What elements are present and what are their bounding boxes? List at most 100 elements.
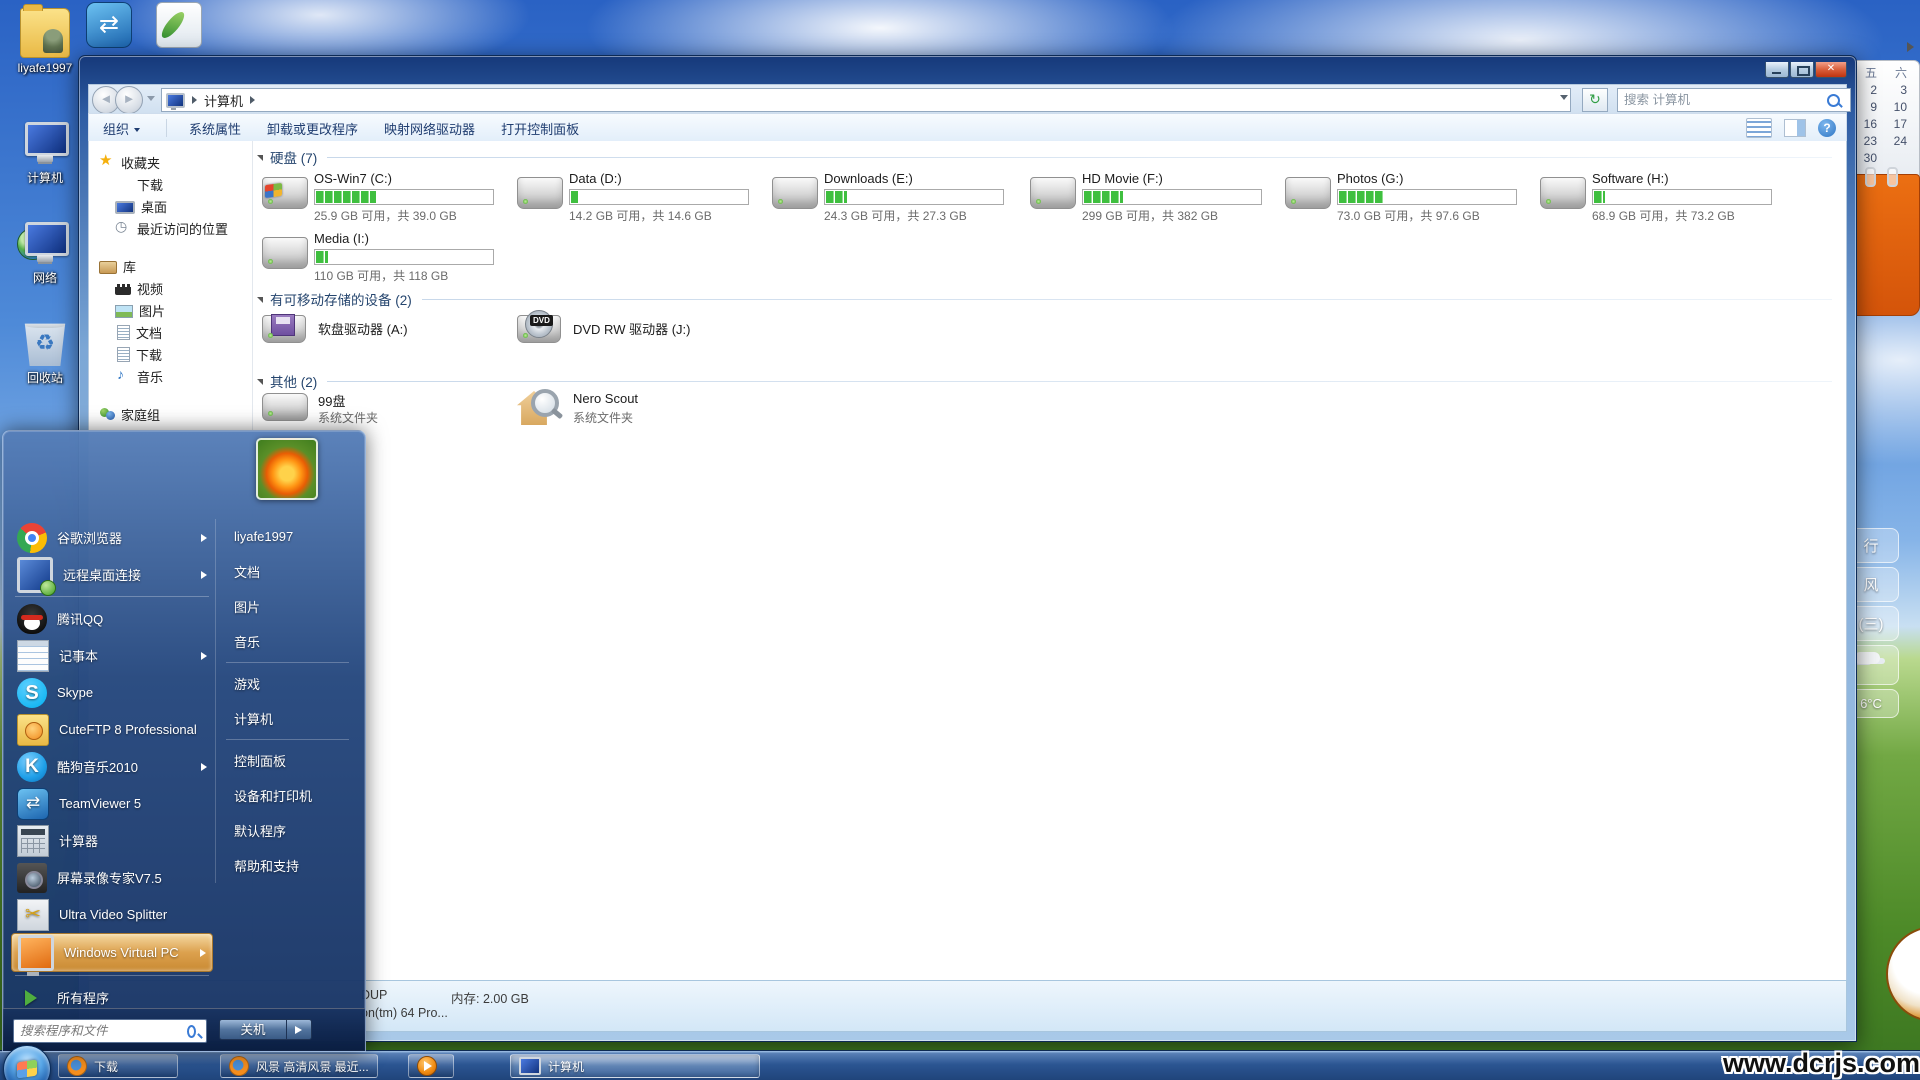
desktop-icon-teamviewer-desktop[interactable]	[86, 2, 134, 52]
breadcrumb-arrow-icon[interactable]	[250, 96, 255, 104]
rdp-icon	[17, 557, 53, 593]
search-box[interactable]	[1617, 88, 1851, 112]
desktop-icon-computer[interactable]: 计算机	[6, 118, 84, 186]
removable-device-item[interactable]: DVDDVD RW 驱动器 (J:)	[517, 303, 767, 351]
desktop-icon-label: 回收站	[6, 369, 84, 386]
start-menu-program-1[interactable]: 远程桌面连接	[11, 556, 213, 593]
user-avatar[interactable]	[256, 438, 318, 500]
start-menu-link-8[interactable]: 默认程序	[216, 813, 359, 848]
start-menu-link-3[interactable]: 音乐	[216, 624, 359, 659]
start-menu-link-4[interactable]: 游戏	[216, 666, 359, 701]
forward-button[interactable]: ►	[115, 86, 143, 114]
start-menu-link-1[interactable]: 文档	[216, 554, 359, 589]
group-header-other[interactable]: 其他 (2)	[257, 371, 1832, 391]
sidebar-section-1[interactable]: 库	[89, 255, 252, 277]
help-icon[interactable]: ?	[1818, 119, 1836, 137]
sidebar-item-1-2[interactable]: 文档	[89, 321, 252, 343]
network-icon	[21, 218, 69, 266]
calendar-date: 23	[1857, 133, 1877, 150]
collapse-triangle-icon[interactable]	[257, 155, 263, 161]
taskbar-button-2[interactable]	[408, 1054, 454, 1078]
start-menu-link-7[interactable]: 设备和打印机	[216, 778, 359, 813]
sidebar-section-2[interactable]: 家庭组	[89, 403, 252, 425]
start-menu-link-2[interactable]: 图片	[216, 589, 359, 624]
shutdown-options-arrow[interactable]	[287, 1019, 312, 1040]
search-input[interactable]	[1618, 93, 1827, 107]
start-menu-program-6[interactable]: 酷狗音乐2010	[11, 748, 213, 785]
sidebar-item-1-4[interactable]: 音乐	[89, 365, 252, 387]
capacity-bar-fill	[316, 191, 376, 203]
group-header-harddisks[interactable]: 硬盘 (7)	[257, 147, 1832, 167]
desktop-icon-user-folder[interactable]: liyafe1997	[6, 8, 84, 75]
drive-item[interactable]: Data (D:)14.2 GB 可用，共 14.6 GB	[517, 171, 765, 227]
title-bar[interactable]	[79, 56, 1856, 84]
address-bar[interactable]: 计算机	[161, 88, 1571, 112]
drive-item[interactable]: HD Movie (F:)299 GB 可用，共 382 GB	[1030, 171, 1278, 227]
organize-menu[interactable]: 组织	[103, 119, 140, 138]
star-icon	[99, 155, 115, 169]
taskbar-button-0[interactable]: 下载	[58, 1054, 178, 1078]
desktop-icon-recycle-bin[interactable]: 回收站	[6, 318, 84, 386]
shutdown-button[interactable]: 关机	[219, 1019, 287, 1040]
start-menu-program-8[interactable]: 计算器	[11, 822, 213, 859]
drive-item[interactable]: Downloads (E:)24.3 GB 可用，共 27.3 GB	[772, 171, 1020, 227]
toolbar-command-3[interactable]: 打开控制面板	[501, 122, 579, 137]
calendar-date: 3	[1887, 82, 1907, 99]
start-menu-link-6[interactable]: 控制面板	[216, 743, 359, 778]
drive-item[interactable]: Software (H:)68.9 GB 可用，共 73.2 GB	[1540, 171, 1788, 227]
minimize-button[interactable]	[1765, 62, 1789, 78]
start-menu-program-5[interactable]: CuteFTP 8 Professional	[11, 711, 213, 748]
removable-device-item[interactable]: 软盘驱动器 (A:)	[262, 303, 512, 351]
sidebar-item-1-1[interactable]: 图片	[89, 299, 252, 321]
sidebar-item-0-0[interactable]: 下载	[89, 173, 252, 195]
start-menu-program-0[interactable]: 谷歌浏览器	[11, 519, 213, 556]
drive-item[interactable]: Photos (G:)73.0 GB 可用，共 97.6 GB	[1285, 171, 1533, 227]
start-search-box[interactable]	[13, 1019, 207, 1043]
desktop-icon-network[interactable]: 网络	[6, 218, 84, 286]
sidebar-section-0[interactable]: 收藏夹	[89, 151, 252, 173]
start-menu-link-0[interactable]: liyafe1997	[216, 519, 359, 554]
drive-name: Photos (G:)	[1337, 171, 1527, 186]
start-menu-program-4[interactable]: Skype	[11, 674, 213, 711]
hard-drive-icon	[1030, 177, 1076, 209]
toolbar-command-1[interactable]: 卸载或更改程序	[267, 122, 358, 137]
start-menu-program-9[interactable]: 屏幕录像专家V7.5	[11, 859, 213, 896]
taskbar-button-1[interactable]: 风景 高清风景 最近...	[220, 1054, 378, 1078]
start-menu-program-10[interactable]: Ultra Video Splitter	[11, 896, 213, 933]
other-item[interactable]: Nero Scout系统文件夹	[517, 389, 767, 439]
drive-item[interactable]: OS-Win7 (C:)25.9 GB 可用，共 39.0 GB	[262, 171, 510, 227]
capacity-bar	[1592, 189, 1772, 205]
sidebar-item-0-2[interactable]: 最近访问的位置	[89, 217, 252, 239]
start-search-input[interactable]	[14, 1024, 187, 1038]
start-menu-program-7[interactable]: TeamViewer 5	[11, 785, 213, 822]
sidebar-section-label: 库	[123, 257, 136, 276]
start-menu-program-2[interactable]: 腾讯QQ	[11, 600, 213, 637]
close-button[interactable]	[1815, 62, 1847, 78]
breadcrumb-arrow-icon[interactable]	[192, 96, 197, 104]
gadget-expander-icon[interactable]	[1907, 42, 1914, 52]
start-menu-program-3[interactable]: 记事本	[11, 637, 213, 674]
drive-item[interactable]: Media (I:)110 GB 可用，共 118 GB	[262, 231, 510, 287]
preview-pane-icon[interactable]	[1784, 119, 1806, 137]
breadcrumb[interactable]: 计算机	[204, 91, 243, 110]
start-menu-link-5[interactable]: 计算机	[216, 701, 359, 736]
recent-pages-dropdown-icon[interactable]	[147, 96, 155, 101]
sidebar-item-1-3[interactable]: 下载	[89, 343, 252, 365]
program-label: 腾讯QQ	[57, 609, 207, 628]
taskbar-button-3[interactable]: 计算机	[510, 1054, 760, 1078]
collapse-triangle-icon[interactable]	[257, 379, 263, 385]
address-dropdown-icon[interactable]	[1560, 95, 1568, 100]
maximize-button[interactable]	[1790, 62, 1814, 78]
start-menu-link-9[interactable]: 帮助和支持	[216, 848, 359, 883]
change-view-icon[interactable]	[1746, 118, 1772, 138]
start-menu-program-11[interactable]: Windows Virtual PC	[11, 933, 213, 972]
program-label: 记事本	[59, 646, 191, 665]
sidebar-item-0-1[interactable]: 桌面	[89, 195, 252, 217]
refresh-button[interactable]: ↻	[1582, 88, 1608, 112]
doc-icon	[117, 325, 130, 340]
sidebar-item-1-0[interactable]: 视频	[89, 277, 252, 299]
all-programs-label: 所有程序	[57, 988, 207, 1007]
toolbar-command-2[interactable]: 映射网络驱动器	[384, 122, 475, 137]
desktop-icon-photoshop[interactable]	[156, 2, 204, 52]
toolbar-command-0[interactable]: 系统属性	[189, 122, 241, 137]
